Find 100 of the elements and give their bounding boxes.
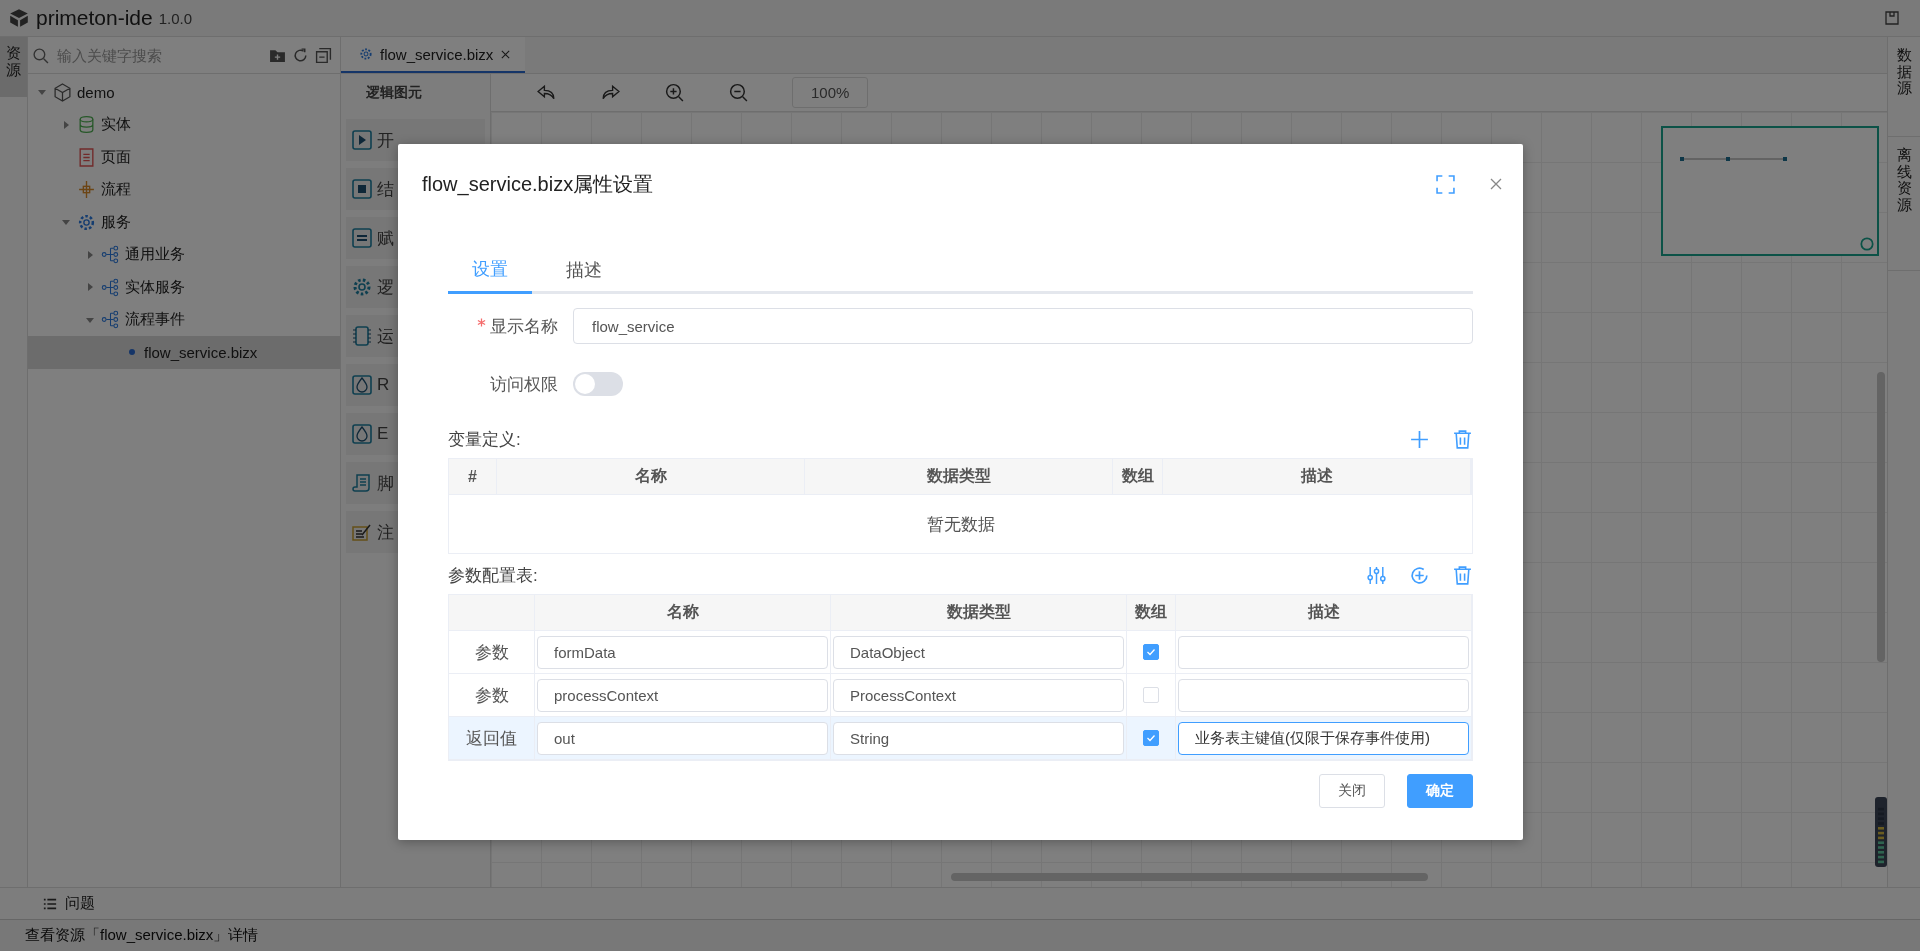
- chip-icon: [352, 326, 372, 346]
- side-tab[interactable]: 离线资源: [1888, 137, 1920, 271]
- stop-icon: [352, 179, 372, 199]
- gear-icon: [352, 277, 372, 297]
- plus-icon[interactable]: [1409, 428, 1430, 450]
- input-field[interactable]: processContext: [537, 678, 828, 712]
- side-tab[interactable]: 资源: [0, 37, 27, 97]
- save-icon[interactable]: [1884, 10, 1900, 26]
- r-drop-icon: [352, 375, 372, 395]
- flow-icon: [77, 180, 96, 200]
- branch-icon: [101, 277, 120, 297]
- input-field[interactable]: flow_service: [573, 308, 1473, 344]
- field-label: 显示名称: [490, 315, 558, 338]
- tree-item[interactable]: 流程事件: [28, 303, 340, 336]
- column-header: 数组: [1113, 459, 1163, 494]
- checkbox[interactable]: [1143, 730, 1159, 746]
- input-field[interactable]: [1178, 678, 1469, 712]
- dialog-tab[interactable]: 描述: [542, 246, 626, 294]
- scrollbar[interactable]: [951, 873, 1428, 881]
- app-name: primeton-ide: [36, 6, 153, 30]
- column-header: 数据类型: [805, 459, 1113, 494]
- search-icon: [32, 46, 49, 64]
- table-row[interactable]: 参数 formData DataObject: [449, 631, 1472, 674]
- column-header: 描述: [1163, 459, 1471, 494]
- resize-handle-icon[interactable]: [1860, 237, 1874, 251]
- checkbox[interactable]: [1143, 644, 1159, 660]
- section-title: 变量定义:: [448, 428, 521, 451]
- close-icon[interactable]: [500, 48, 512, 60]
- caret-icon[interactable]: [61, 119, 71, 130]
- refresh-icon[interactable]: [292, 46, 309, 64]
- trash-icon[interactable]: [1452, 428, 1473, 450]
- sliders-icon[interactable]: [1366, 564, 1387, 586]
- dialog-tab[interactable]: 设置: [448, 246, 532, 294]
- row-label: 返回值: [466, 727, 517, 750]
- close-icon[interactable]: [1489, 177, 1503, 191]
- tree-item[interactable]: 服务: [28, 206, 340, 239]
- input-field[interactable]: DataObject: [833, 635, 1124, 669]
- column-header: 数组: [1127, 595, 1176, 630]
- column-header: 描述: [1176, 595, 1472, 630]
- caret-icon[interactable]: [85, 249, 95, 260]
- collapse-icon[interactable]: [315, 46, 332, 64]
- tree-item[interactable]: 页面: [28, 141, 340, 174]
- tree-item[interactable]: 实体服务: [28, 271, 340, 304]
- tree-item[interactable]: 通用业务: [28, 238, 340, 271]
- fullscreen-icon[interactable]: [1436, 174, 1455, 194]
- table-row[interactable]: 参数 processContext ProcessContext: [449, 674, 1472, 717]
- input-field[interactable]: formData: [537, 635, 828, 669]
- check-icon: [1145, 732, 1157, 744]
- logo-icon: [8, 7, 30, 29]
- input-field[interactable]: [1178, 635, 1469, 669]
- check-icon: [1145, 646, 1157, 658]
- confirm-button[interactable]: 确定: [1407, 774, 1473, 808]
- table-row[interactable]: 返回值 out String 业务表主键值(仅限于保存事件使用): [449, 717, 1472, 760]
- column-header: 名称: [535, 595, 831, 630]
- row-label: 参数: [474, 684, 509, 707]
- e-drop-icon: [352, 424, 372, 444]
- palette-title: 逻辑图元: [365, 83, 423, 102]
- input-field[interactable]: String: [833, 721, 1124, 755]
- app-version: 1.0.0: [158, 9, 193, 27]
- input-field[interactable]: 业务表主键值(仅限于保存事件使用): [1178, 721, 1469, 755]
- empty-text: 暂无数据: [926, 513, 995, 536]
- page-icon: [77, 147, 96, 167]
- note-icon: [352, 522, 372, 542]
- tree-item[interactable]: 实体: [28, 108, 340, 141]
- column-header: #: [449, 459, 497, 494]
- input-field[interactable]: ProcessContext: [833, 678, 1124, 712]
- database-icon: [77, 115, 96, 135]
- tree-item[interactable]: flow_service.bizx: [28, 336, 340, 369]
- toggle-switch[interactable]: [573, 372, 623, 396]
- problems-tab[interactable]: 问题: [43, 894, 95, 913]
- branch-icon: [101, 245, 120, 265]
- status-text: 查看资源「flow_service.bizx」详情: [25, 926, 259, 945]
- list-icon: [43, 896, 57, 911]
- zoom-out-icon[interactable]: [728, 82, 749, 103]
- branch-icon: [101, 310, 120, 330]
- column-header: 数据类型: [831, 595, 1127, 630]
- caret-icon[interactable]: [85, 282, 95, 293]
- section-title: 参数配置表:: [448, 564, 538, 587]
- field-label: 访问权限: [490, 373, 558, 396]
- column-header: 名称: [497, 459, 805, 494]
- gear-icon: [77, 212, 96, 232]
- cube-icon: [53, 82, 72, 102]
- add-circle-icon[interactable]: [1409, 564, 1430, 586]
- scrollbar[interactable]: [1877, 372, 1885, 662]
- editor-tab[interactable]: flow_service.bizx: [341, 37, 526, 73]
- row-label: 参数: [474, 641, 509, 664]
- gear-icon: [359, 47, 373, 61]
- tree-item[interactable]: 流程: [28, 173, 340, 206]
- dialog-title: flow_service.bizx属性设置: [422, 171, 655, 198]
- tree-item[interactable]: demo: [28, 76, 340, 109]
- zoom-in-icon[interactable]: [664, 82, 685, 103]
- side-tab[interactable]: 数据源: [1888, 37, 1920, 137]
- input-field[interactable]: out: [537, 721, 828, 755]
- play-icon: [352, 130, 372, 150]
- zoom-level[interactable]: 100%: [792, 77, 869, 108]
- equals-icon: [352, 228, 372, 248]
- dot-icon: [129, 349, 135, 356]
- level-meter-icon: [1875, 797, 1887, 867]
- trash-icon[interactable]: [1452, 564, 1473, 586]
- close-button[interactable]: 关闭: [1319, 774, 1385, 808]
